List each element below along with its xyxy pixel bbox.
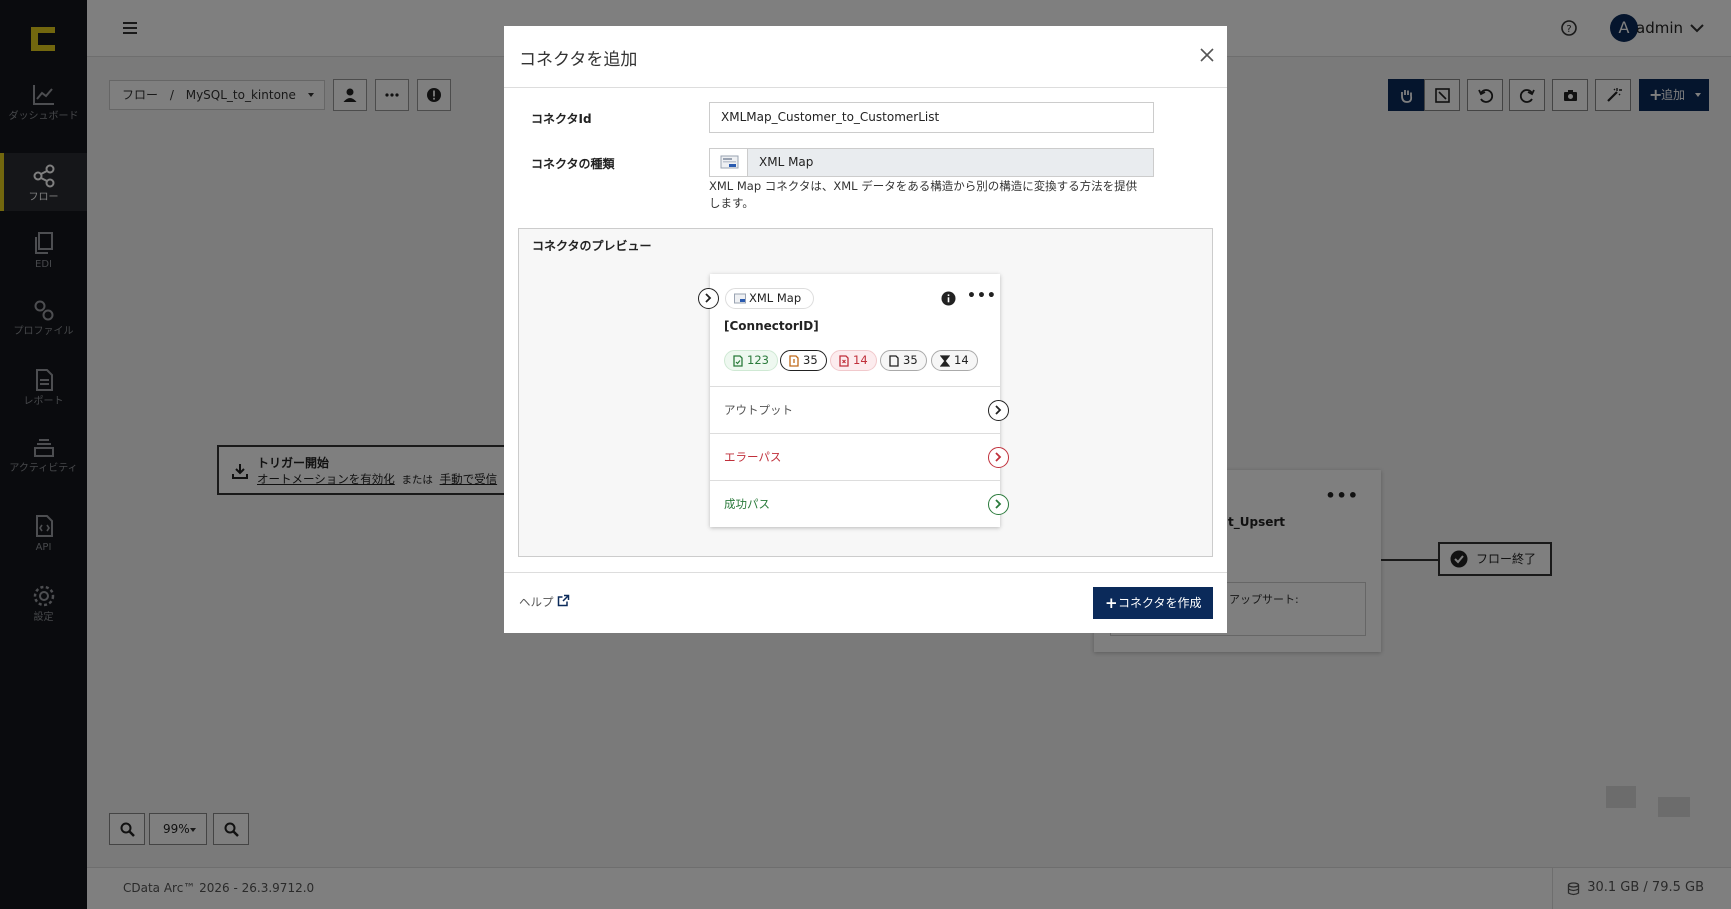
- add-connector-modal: コネクタを追加 コネクタId XMLMap_Customer_to_Custom…: [504, 26, 1227, 633]
- chevron-right-icon: [705, 293, 712, 303]
- file-count-badge: 35: [880, 350, 927, 371]
- badge-count: 35: [803, 353, 818, 367]
- help-link[interactable]: ヘルプ: [519, 594, 570, 610]
- badge-count: 14: [853, 353, 868, 367]
- close-icon[interactable]: [1199, 47, 1215, 63]
- success-count-badge: 123: [724, 350, 778, 371]
- connector-type-chip: XML Map: [725, 288, 815, 309]
- chevron-right-icon: [995, 405, 1002, 415]
- external-link-icon: [557, 594, 570, 607]
- xml-map-icon: [734, 293, 746, 304]
- connector-preview-panel: コネクタのプレビュー XML Map ••• [ConnectorID] 123…: [518, 228, 1213, 557]
- connector-id-input[interactable]: XMLMap_Customer_to_CustomerList: [709, 102, 1154, 133]
- output-port: [988, 400, 1009, 421]
- file-pending-icon: [789, 355, 799, 367]
- pending-count-badge: 35: [780, 350, 827, 371]
- modal-header: コネクタを追加: [504, 26, 1227, 88]
- connector-description: XML Map コネクタは、XML データをある構造から別の構造に変換する方法を…: [709, 178, 1154, 212]
- connector-type-value: XML Map: [759, 155, 814, 169]
- preview-label: コネクタのプレビュー: [532, 239, 652, 253]
- preview-connector-id: [ConnectorID]: [724, 319, 819, 333]
- badge-count: 123: [747, 353, 769, 367]
- modal-footer: ヘルプ + コネクタを作成: [504, 572, 1227, 633]
- file-success-icon: [733, 355, 743, 367]
- chevron-right-icon: [995, 452, 1002, 462]
- connector-id-label: コネクタId: [531, 112, 592, 126]
- help-link-label: ヘルプ: [519, 595, 554, 609]
- hourglass-icon: [940, 355, 950, 367]
- success-port: [988, 494, 1009, 515]
- input-port: [698, 288, 719, 309]
- queued-count-badge: 14: [931, 350, 978, 371]
- success-path-row: 成功パス: [710, 480, 1009, 527]
- file-error-icon: [839, 355, 849, 367]
- description-line: XML Map コネクタは、XML データをある構造から別の構造に変換する方法を…: [709, 179, 1138, 193]
- error-count-badge: 14: [830, 350, 877, 371]
- create-connector-button[interactable]: + コネクタを作成: [1093, 587, 1213, 619]
- info-icon: [941, 291, 956, 306]
- connector-preview-card: XML Map ••• [ConnectorID] 123 35 14 35 1…: [698, 274, 1009, 527]
- chip-label: XML Map: [749, 291, 802, 305]
- badge-count: 35: [903, 353, 918, 367]
- modal-title: コネクタを追加: [519, 50, 638, 70]
- connector-type-label: コネクタの種類: [531, 157, 615, 171]
- connector-type-field[interactable]: XML Map: [709, 148, 1154, 177]
- error-path-row: エラーパス: [710, 433, 1009, 480]
- xml-map-icon: [720, 155, 739, 169]
- type-icon-box: [710, 149, 748, 176]
- plus-icon: +: [1105, 594, 1118, 612]
- output-path-label: アウトプット: [724, 403, 793, 417]
- chevron-right-icon: [995, 499, 1002, 509]
- card-more-icon: •••: [967, 288, 997, 304]
- error-path-label: エラーパス: [724, 450, 782, 464]
- create-connector-label: コネクタを作成: [1118, 596, 1202, 610]
- badge-count: 14: [954, 353, 969, 367]
- output-path-row: アウトプット: [710, 386, 1009, 433]
- error-port: [988, 447, 1009, 468]
- success-path-label: 成功パス: [724, 497, 770, 511]
- description-line: します。: [709, 196, 754, 210]
- file-icon: [889, 355, 899, 367]
